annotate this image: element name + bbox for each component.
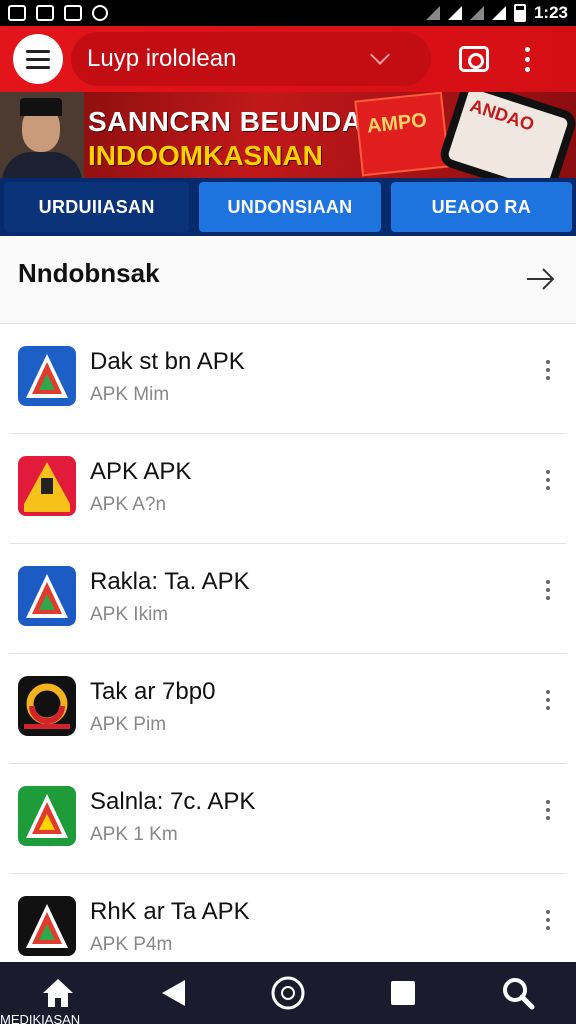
app-toolbar: Luyp irololean (0, 26, 576, 92)
a-triangle-icon (18, 346, 76, 406)
a-triangle-icon (18, 566, 76, 626)
nav-recents[interactable] (345, 962, 460, 1024)
camera-search-icon (459, 46, 489, 72)
mail-icon (8, 5, 26, 21)
section-header[interactable]: Nndobnsak (0, 236, 576, 324)
app-subtitle: APK Ikim (90, 604, 169, 625)
banner-phone-image: ANDAO (437, 92, 576, 178)
status-bar: 1:23 (0, 0, 576, 26)
app-name: Dak st bn APK (90, 348, 245, 375)
list-item[interactable]: Dak st bn APK APK Mim (10, 324, 566, 434)
banner-subline: INDOOMKASNAN (88, 140, 323, 171)
search-icon (502, 978, 534, 1010)
tab-3[interactable]: UEAOO RA (390, 182, 573, 232)
banner-card: AMPO (354, 92, 450, 177)
arrow-right-icon[interactable] (526, 268, 556, 290)
shield-icon (92, 5, 108, 21)
nav-search[interactable] (460, 962, 575, 1024)
back-icon (161, 980, 185, 1006)
app-subtitle: APK Mim (90, 384, 170, 405)
app-subtitle: APK Pim (90, 714, 167, 735)
promo-banner[interactable]: SANNCRN BEUNDARI INDOOMKASNAN AMPO ANDAO (0, 92, 576, 178)
circle-icon (271, 976, 304, 1010)
app-name: RhK ar Ta APK (90, 898, 250, 925)
section-title: Nndobnsak (18, 258, 160, 288)
signal-icon (425, 6, 440, 20)
item-menu-button[interactable] (546, 690, 550, 710)
search-field-text: Luyp irololean (87, 45, 237, 72)
a-triangle-icon (18, 896, 76, 956)
image-icon (64, 5, 82, 21)
app-name: Salnla: 7c. APK (90, 788, 256, 815)
tab-2[interactable]: UNDONSIAAN (199, 182, 381, 232)
category-tabs: URDUIIASAN UNDONSIAAN UEAOO RA (0, 178, 576, 236)
banner-person-image (0, 92, 84, 178)
nav-home-circle[interactable] (230, 962, 345, 1024)
tab-1[interactable]: URDUIIASAN (4, 182, 190, 232)
item-menu-button[interactable] (546, 910, 550, 930)
item-menu-button[interactable] (546, 470, 550, 490)
app-subtitle: APK P4m (90, 934, 173, 955)
battery-icon (513, 4, 526, 22)
banner-headline: SANNCRN BEUNDARI (88, 106, 392, 137)
list-item[interactable]: Tak ar 7bp0 APK Pim (10, 654, 566, 764)
nav-home[interactable]: MEDIKIASAN (0, 962, 115, 1024)
list-item[interactable]: Salnla: 7c. APK APK 1 Km (10, 764, 566, 874)
app-subtitle: APK A?n (90, 494, 167, 515)
item-menu-button[interactable] (546, 360, 550, 380)
app-name: APK APK (90, 458, 192, 485)
app-list: Dak st bn APK APK Mim APK APK APK A?n Ra… (0, 324, 576, 984)
search-field[interactable]: Luyp irololean (71, 32, 431, 86)
signal-icon (447, 6, 462, 20)
signal-icon (469, 6, 484, 20)
app-name: Rakla: Ta. APK (90, 568, 250, 595)
warning-triangle-icon (18, 456, 76, 516)
item-menu-button[interactable] (546, 580, 550, 600)
overflow-menu-button[interactable] (525, 46, 530, 72)
banner-card-text: AMPO (365, 109, 428, 138)
list-item[interactable]: APK APK APK A?n (10, 434, 566, 544)
notification-icon (36, 5, 54, 21)
wifi-icon (491, 6, 506, 20)
status-time: 1:23 (533, 3, 568, 22)
banner-phone-text: ANDAO (467, 95, 537, 135)
app-name: Tak ar 7bp0 (90, 678, 216, 705)
a-triangle-icon (18, 786, 76, 846)
nav-home-label: MEDIKIASAN (0, 1012, 81, 1024)
list-item[interactable]: Rakla: Ta. APK APK Ikim (10, 544, 566, 654)
app-subtitle: APK 1 Km (90, 824, 178, 845)
camera-search-button[interactable] (459, 46, 489, 72)
home-icon (42, 979, 73, 1007)
item-menu-button[interactable] (546, 800, 550, 820)
nav-back[interactable] (115, 962, 230, 1024)
bottom-navigation: MEDIKIASAN (0, 962, 576, 1024)
circle-logo-icon (18, 676, 76, 736)
square-icon (390, 981, 415, 1005)
menu-button[interactable] (13, 34, 63, 84)
chevron-down-icon[interactable] (370, 45, 390, 65)
